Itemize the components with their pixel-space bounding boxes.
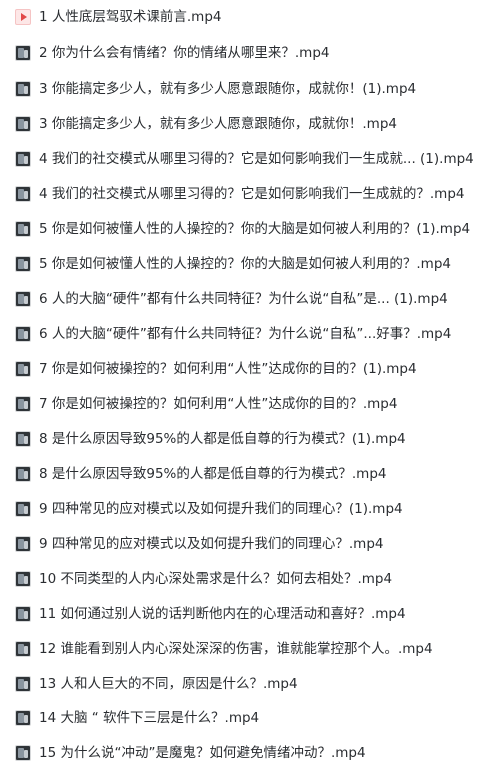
video-thumbnail-icon bbox=[15, 396, 31, 412]
video-thumbnail-icon bbox=[15, 710, 31, 726]
file-row[interactable]: 9 四种常见的应对模式以及如何提升我们的同理心？.mp4 bbox=[0, 527, 495, 561]
video-thumbnail-icon bbox=[15, 641, 31, 657]
file-row[interactable]: 3 你能搞定多少人，就有多少人愿意跟随你，成就你！.mp4 bbox=[0, 107, 495, 141]
file-row[interactable]: 4 我们的社交模式从哪里习得的？它是如何影响我们一生成就... (1).mp4 bbox=[0, 142, 495, 176]
file-name: 5 你是如何被懂人性的人操控的？你的大脑是如何被人利用的？(1).mp4 bbox=[39, 221, 471, 237]
file-row[interactable]: 4 我们的社交模式从哪里习得的？它是如何影响我们一生成就的？.mp4 bbox=[0, 177, 495, 211]
file-name: 4 我们的社交模式从哪里习得的？它是如何影响我们一生成就... (1).mp4 bbox=[39, 151, 474, 167]
file-name: 14 大脑 “ 软件下三层是什么？.mp4 bbox=[39, 710, 260, 726]
video-thumbnail-icon bbox=[15, 81, 31, 97]
file-name: 13 人和人巨大的不同，原因是什么？.mp4 bbox=[39, 676, 298, 692]
file-row[interactable]: 1 人性底层驾驭术课前言.mp4 bbox=[0, 0, 495, 34]
play-icon bbox=[15, 9, 31, 25]
file-name: 6 人的大脑“硬件”都有什么共同特征？为什么说“自私”是... (1).mp4 bbox=[39, 291, 448, 307]
video-thumbnail-icon bbox=[15, 676, 31, 692]
file-row[interactable]: 7 你是如何被操控的？如何利用“人性”达成你的目的？(1).mp4 bbox=[0, 352, 495, 386]
file-row[interactable]: 8 是什么原因导致95%的人都是低自尊的行为模式？.mp4 bbox=[0, 457, 495, 491]
file-row[interactable]: 9 四种常见的应对模式以及如何提升我们的同理心？(1).mp4 bbox=[0, 492, 495, 526]
file-row[interactable]: 2 你为什么会有情绪？你的情绪从哪里来？.mp4 bbox=[0, 36, 495, 70]
file-row[interactable]: 5 你是如何被懂人性的人操控的？你的大脑是如何被人利用的？(1).mp4 bbox=[0, 212, 495, 246]
file-name: 7 你是如何被操控的？如何利用“人性”达成你的目的？.mp4 bbox=[39, 396, 398, 412]
file-row[interactable]: 6 人的大脑“硬件”都有什么共同特征？为什么说“自私”是... (1).mp4 bbox=[0, 282, 495, 316]
video-thumbnail-icon bbox=[15, 361, 31, 377]
file-name: 3 你能搞定多少人，就有多少人愿意跟随你，成就你！(1).mp4 bbox=[39, 81, 417, 97]
file-name: 8 是什么原因导致95%的人都是低自尊的行为模式？(1).mp4 bbox=[39, 431, 406, 447]
file-name: 15 为什么说“冲动”是魔鬼？如何避免情绪冲动？.mp4 bbox=[39, 745, 366, 761]
file-row[interactable]: 14 大脑 “ 软件下三层是什么？.mp4 bbox=[0, 701, 495, 735]
video-thumbnail-icon bbox=[15, 466, 31, 482]
video-thumbnail-icon bbox=[15, 45, 31, 61]
file-name: 11 如何通过别人说的话判断他内在的心理活动和喜好？.mp4 bbox=[39, 606, 406, 622]
file-name: 2 你为什么会有情绪？你的情绪从哪里来？.mp4 bbox=[39, 45, 330, 61]
file-name: 1 人性底层驾驭术课前言.mp4 bbox=[39, 9, 222, 25]
video-thumbnail-icon bbox=[15, 186, 31, 202]
file-name: 4 我们的社交模式从哪里习得的？它是如何影响我们一生成就的？.mp4 bbox=[39, 186, 465, 202]
file-row[interactable]: 15 为什么说“冲动”是魔鬼？如何避免情绪冲动？.mp4 bbox=[0, 736, 495, 770]
file-name: 9 四种常见的应对模式以及如何提升我们的同理心？.mp4 bbox=[39, 536, 384, 552]
file-row[interactable]: 3 你能搞定多少人，就有多少人愿意跟随你，成就你！(1).mp4 bbox=[0, 72, 495, 106]
file-name: 9 四种常见的应对模式以及如何提升我们的同理心？(1).mp4 bbox=[39, 501, 403, 517]
video-thumbnail-icon bbox=[15, 221, 31, 237]
file-row[interactable]: 13 人和人巨大的不同，原因是什么？.mp4 bbox=[0, 667, 495, 701]
file-row[interactable]: 10 不同类型的人内心深处需求是什么？如何去相处？.mp4 bbox=[0, 562, 495, 596]
file-name: 12 谁能看到别人内心深处深深的伤害，谁就能掌控那个人。.mp4 bbox=[39, 641, 433, 657]
file-row[interactable]: 7 你是如何被操控的？如何利用“人性”达成你的目的？.mp4 bbox=[0, 387, 495, 421]
video-thumbnail-icon bbox=[15, 291, 31, 307]
file-name: 8 是什么原因导致95%的人都是低自尊的行为模式？.mp4 bbox=[39, 466, 387, 482]
file-name: 3 你能搞定多少人，就有多少人愿意跟随你，成就你！.mp4 bbox=[39, 116, 397, 132]
video-thumbnail-icon bbox=[15, 151, 31, 167]
video-thumbnail-icon bbox=[15, 606, 31, 622]
video-thumbnail-icon bbox=[15, 571, 31, 587]
video-thumbnail-icon bbox=[15, 745, 31, 761]
video-thumbnail-icon bbox=[15, 501, 31, 517]
file-row[interactable]: 5 你是如何被懂人性的人操控的？你的大脑是如何被人利用的？.mp4 bbox=[0, 247, 495, 281]
video-thumbnail-icon bbox=[15, 116, 31, 132]
file-list: 1 人性底层驾驭术课前言.mp4 2 你为什么会有情绪？你的情绪从哪里来？.mp… bbox=[0, 0, 495, 770]
video-thumbnail-icon bbox=[15, 431, 31, 447]
file-row[interactable]: 11 如何通过别人说的话判断他内在的心理活动和喜好？.mp4 bbox=[0, 597, 495, 631]
file-row[interactable]: 6 人的大脑“硬件”都有什么共同特征？为什么说“自私”...好事？.mp4 bbox=[0, 317, 495, 351]
video-thumbnail-icon bbox=[15, 536, 31, 552]
file-row[interactable]: 12 谁能看到别人内心深处深深的伤害，谁就能掌控那个人。.mp4 bbox=[0, 632, 495, 666]
file-name: 10 不同类型的人内心深处需求是什么？如何去相处？.mp4 bbox=[39, 571, 393, 587]
file-name: 7 你是如何被操控的？如何利用“人性”达成你的目的？(1).mp4 bbox=[39, 361, 417, 377]
video-thumbnail-icon bbox=[15, 326, 31, 342]
file-row[interactable]: 8 是什么原因导致95%的人都是低自尊的行为模式？(1).mp4 bbox=[0, 422, 495, 456]
video-thumbnail-icon bbox=[15, 256, 31, 272]
file-name: 6 人的大脑“硬件”都有什么共同特征？为什么说“自私”...好事？.mp4 bbox=[39, 326, 452, 342]
file-name: 5 你是如何被懂人性的人操控的？你的大脑是如何被人利用的？.mp4 bbox=[39, 256, 451, 272]
